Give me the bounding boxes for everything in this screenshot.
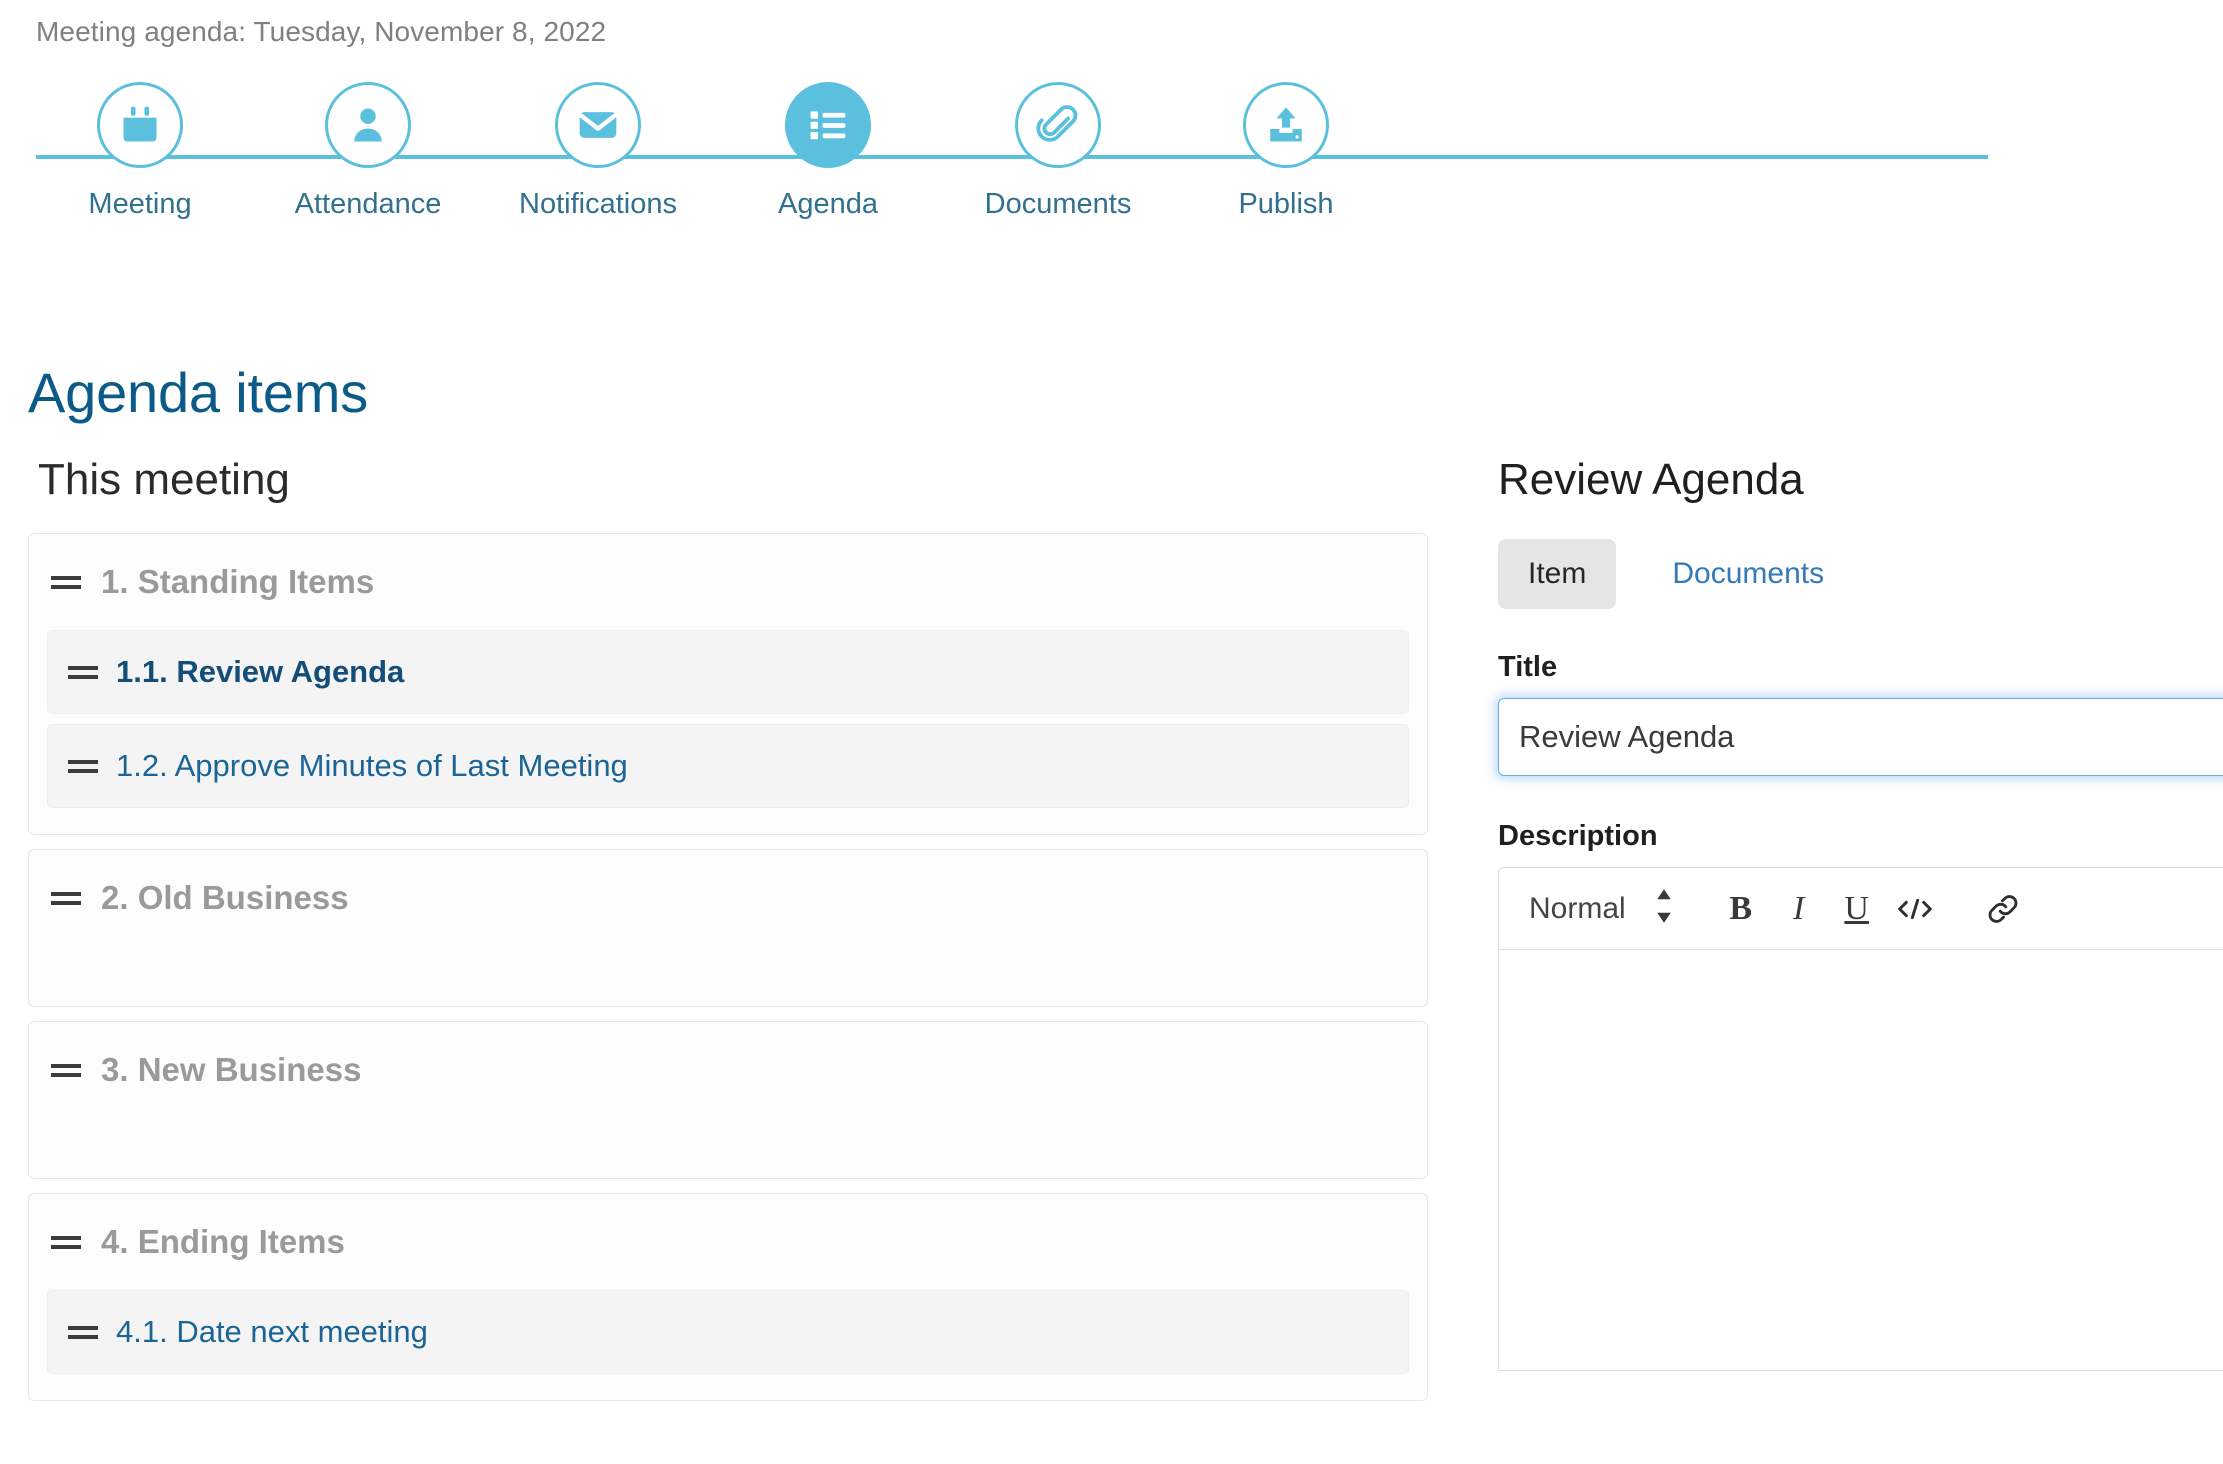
- page-title: Agenda items: [28, 360, 369, 424]
- step-publish[interactable]: Publish: [1186, 82, 1386, 221]
- agenda-card-header[interactable]: 3. New Business: [29, 1044, 1427, 1096]
- agenda-subitem[interactable]: 1.1. Review Agenda: [47, 630, 1409, 714]
- section-title-this-meeting: This meeting: [38, 455, 290, 504]
- person-icon: [346, 103, 390, 147]
- step-publish-circle[interactable]: [1243, 82, 1329, 168]
- chevron-up-down-icon[interactable]: [1654, 888, 1674, 929]
- upload-icon: [1264, 103, 1308, 147]
- agenda-card-label: 1. Standing Items: [101, 563, 375, 600]
- agenda-items-column: This meeting 1. Standing Items 1.1. Revi…: [28, 455, 1428, 1415]
- panel-title: Review Agenda: [1498, 455, 1804, 504]
- step-documents-label: Documents: [984, 188, 1132, 220]
- drag-handle-icon[interactable]: [68, 755, 98, 777]
- paperclip-icon: [1036, 103, 1080, 147]
- agenda-subitem-list: 1.1. Review Agenda 1.2. Approve Minutes …: [29, 630, 1427, 808]
- agenda-card[interactable]: 3. New Business: [28, 1021, 1428, 1179]
- tab-documents[interactable]: Documents: [1642, 539, 1854, 609]
- step-documents-circle[interactable]: [1015, 82, 1101, 168]
- format-dropdown[interactable]: Normal: [1529, 888, 1674, 929]
- title-input[interactable]: [1498, 698, 2223, 776]
- step-agenda-label: Agenda: [778, 188, 878, 220]
- agenda-subitem-label: 1.1. Review Agenda: [116, 654, 405, 689]
- step-attendance[interactable]: Attendance: [268, 82, 468, 221]
- agenda-subitem-list: 4.1. Date next meeting: [29, 1290, 1427, 1374]
- step-documents[interactable]: Documents: [958, 82, 1158, 221]
- italic-button[interactable]: I: [1770, 880, 1828, 938]
- step-attendance-circle[interactable]: [325, 82, 411, 168]
- step-notifications-label: Notifications: [519, 188, 677, 220]
- agenda-subitem[interactable]: 1.2. Approve Minutes of Last Meeting: [47, 724, 1409, 808]
- item-detail-panel: Review Agenda Item Documents Title Descr…: [1498, 455, 2223, 1371]
- agenda-card[interactable]: 4. Ending Items 4.1. Date next meeting: [28, 1193, 1428, 1401]
- description-field-label: Description: [1498, 820, 1658, 852]
- agenda-card-header[interactable]: 4. Ending Items: [29, 1216, 1427, 1268]
- drag-handle-icon[interactable]: [68, 1321, 98, 1343]
- drag-handle-icon[interactable]: [51, 1059, 81, 1081]
- agenda-subitem-label: 4.1. Date next meeting: [116, 1314, 428, 1349]
- description-editor-body[interactable]: [1499, 950, 2223, 1370]
- agenda-subitem[interactable]: 4.1. Date next meeting: [47, 1290, 1409, 1374]
- underline-button[interactable]: U: [1828, 880, 1886, 938]
- step-publish-label: Publish: [1238, 188, 1334, 220]
- editor-toolbar: Normal B I U: [1499, 868, 2223, 950]
- drag-handle-icon[interactable]: [68, 661, 98, 683]
- agenda-subitem-list: [29, 946, 1427, 980]
- meeting-subtitle: Meeting agenda: Tuesday, November 8, 202…: [36, 16, 607, 47]
- bold-button[interactable]: B: [1712, 880, 1770, 938]
- tab-item[interactable]: Item: [1498, 539, 1617, 609]
- step-meeting[interactable]: Meeting: [40, 82, 240, 221]
- agenda-card-header[interactable]: 1. Standing Items: [29, 556, 1427, 608]
- step-notifications-circle[interactable]: [555, 82, 641, 168]
- step-agenda[interactable]: Agenda: [728, 82, 928, 221]
- agenda-card[interactable]: 2. Old Business: [28, 849, 1428, 1007]
- calendar-icon: [118, 103, 162, 147]
- step-notifications[interactable]: Notifications: [498, 82, 698, 221]
- step-meeting-label: Meeting: [88, 188, 192, 220]
- envelope-icon: [576, 103, 620, 147]
- step-meeting-circle[interactable]: [97, 82, 183, 168]
- step-attendance-label: Attendance: [294, 188, 442, 220]
- drag-handle-icon[interactable]: [51, 1231, 81, 1253]
- agenda-card[interactable]: 1. Standing Items 1.1. Review Agenda 1.2…: [28, 533, 1428, 835]
- agenda-subitem-list: [29, 1118, 1427, 1152]
- agenda-card-header[interactable]: 2. Old Business: [29, 872, 1427, 924]
- agenda-subitem-label: 1.2. Approve Minutes of Last Meeting: [116, 748, 628, 783]
- drag-handle-icon[interactable]: [51, 887, 81, 909]
- link-button[interactable]: [1974, 880, 2032, 938]
- description-editor[interactable]: Normal B I U: [1498, 867, 2223, 1371]
- agenda-card-label: 3. New Business: [101, 1051, 362, 1088]
- agenda-card-label: 2. Old Business: [101, 879, 349, 916]
- detail-tabbar: Item Documents: [1498, 539, 2223, 609]
- agenda-card-label: 4. Ending Items: [101, 1223, 345, 1260]
- list-icon: [806, 103, 850, 147]
- step-agenda-circle[interactable]: [785, 82, 871, 168]
- format-dropdown-label: Normal: [1529, 891, 1626, 925]
- code-button[interactable]: [1886, 880, 1944, 938]
- title-field-label: Title: [1498, 651, 1558, 683]
- wizard-stepper: Meeting Attendance Notifications Agenda …: [36, 82, 1988, 242]
- drag-handle-icon[interactable]: [51, 571, 81, 593]
